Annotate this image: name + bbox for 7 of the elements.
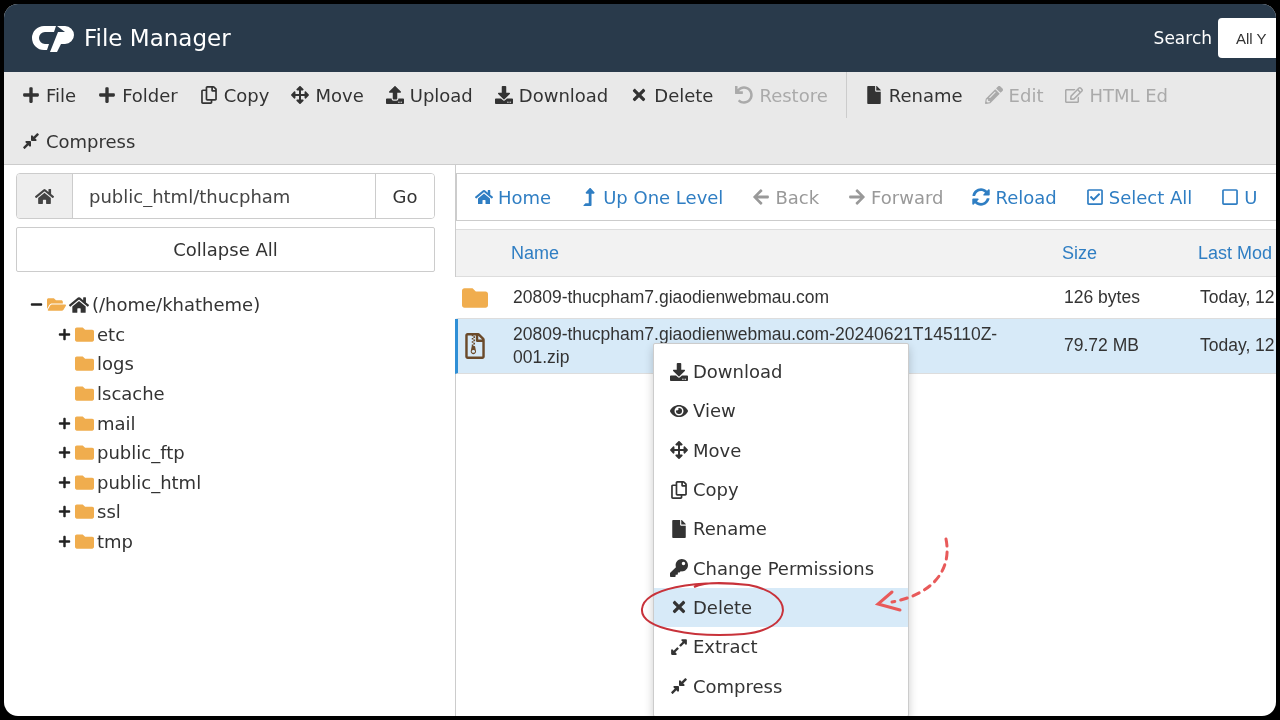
app-title: File Manager xyxy=(84,25,231,51)
file-size: 79.72 MB xyxy=(1064,334,1140,358)
search-label: Search xyxy=(1153,28,1212,48)
file-modified: Today, 12 xyxy=(1200,286,1276,309)
file-name: 20809-thucpham7.giaodienwebmau.com xyxy=(513,286,831,309)
file-size: 126 bytes xyxy=(1064,286,1141,309)
file-modified: Today, 12 xyxy=(1200,334,1276,358)
